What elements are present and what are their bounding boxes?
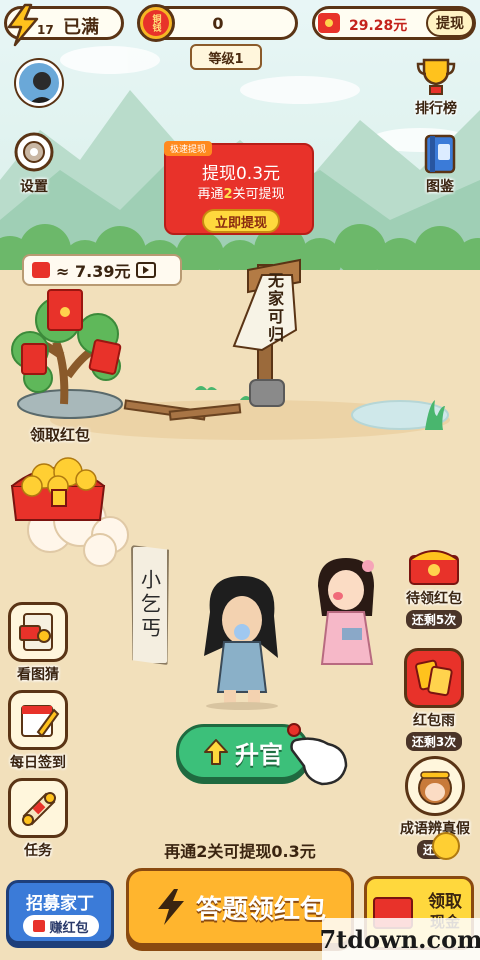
settings-button[interactable]: 设置 [12, 130, 56, 196]
leaderboard-label: 排行榜 [415, 101, 457, 117]
red-envelope-rain-button[interactable]: 红包雨 还剩3次 [404, 648, 464, 751]
banner-title: 提现0.3元 [201, 164, 281, 184]
withdraw-banner[interactable]: 极速提现 提现0.3元 再通2关可提现 立即提现 [164, 141, 314, 235]
pending-red-envelope-label: 待领红包 [406, 591, 462, 607]
recruit-title: 招募家丁 [26, 894, 94, 914]
energy-status: 已满 [63, 17, 99, 38]
pending-red-envelope-button[interactable]: 待领红包 还剩5次 [404, 546, 464, 629]
idiom-quiz-label: 成语辨真假 [400, 821, 470, 837]
banner-tag: 极速提现 [164, 141, 213, 156]
book-icon [420, 134, 460, 174]
daily-checkin-label: 每日签到 [10, 755, 66, 771]
level-badge: 等级1 [190, 44, 262, 70]
scroll-icon [8, 778, 68, 838]
lady-character[interactable] [310, 556, 384, 672]
picture-guess-button[interactable]: 看图猜 [8, 602, 68, 684]
red-envelope-rain-remaining: 还剩3次 [405, 732, 463, 751]
trophy-icon [414, 56, 458, 96]
gallery-label: 图鉴 [426, 179, 454, 195]
withdraw-button[interactable]: 提现 [426, 9, 474, 37]
avatar[interactable] [16, 60, 62, 106]
coin-pill: 铜钱 0 [137, 4, 298, 42]
gallery-button[interactable]: 图鉴 [420, 134, 460, 196]
energy-count: 17 [37, 23, 54, 37]
recruit-sub-pill: 赚红包 [23, 915, 99, 937]
up-arrow-icon [203, 738, 229, 766]
picture-guess-icon [8, 602, 68, 662]
character-title: 小乞丐 [137, 569, 162, 641]
red-envelope-icon [318, 13, 340, 33]
tree-estimate: ≈ 7.39元 [56, 262, 131, 281]
treasure-chest[interactable] [4, 446, 114, 526]
energy-pill[interactable]: 17 已满 [4, 3, 124, 47]
daily-checkin-button[interactable]: 每日签到 [8, 690, 68, 772]
tree-estimate-bubble: ≈ 7.39元 [22, 254, 182, 286]
cash-balance: 29.28元 [349, 18, 408, 34]
character-title-plaque: 小乞丐 [131, 545, 169, 665]
red-envelope-box-icon [404, 546, 464, 586]
monkey-king-icon [405, 756, 465, 816]
red-envelope-rain-label: 红包雨 [413, 713, 455, 729]
picture-guess-label: 看图猜 [17, 667, 59, 683]
copper-coin-icon: 铜钱 [137, 4, 175, 42]
claim-title: 领取 [428, 892, 462, 912]
settings-label: 设置 [20, 179, 48, 195]
pending-red-envelope-remaining: 还剩5次 [405, 610, 463, 629]
beggar-character[interactable] [196, 572, 286, 712]
recruit-button[interactable]: 招募家丁 赚红包 [6, 880, 114, 944]
red-envelope-icon [32, 262, 50, 278]
progress-hint: 再通2关可提现0.3元 [164, 842, 316, 861]
watermark: 7tdown.com [319, 918, 480, 960]
money-tree[interactable] [8, 286, 138, 426]
signpost-text: 无家可归 [267, 271, 284, 344]
promote-label: 升官 [235, 740, 283, 769]
leaderboard-button[interactable]: 排行榜 [414, 56, 458, 118]
game-scene: 17 已满 铜钱 0 等级1 29.28元 提现 设置 排行榜 图鉴 极速提现 … [0, 0, 480, 960]
calendar-pen-icon [8, 690, 68, 750]
red-envelope-icon [33, 920, 46, 932]
lightning-icon [154, 887, 188, 927]
withdraw-now-button[interactable]: 立即提现 [202, 209, 280, 233]
banner-subtitle: 再通2关可提现 [197, 187, 285, 202]
tree-label: 领取红包 [30, 426, 91, 444]
recruit-sub: 赚红包 [49, 920, 89, 936]
gear-icon [12, 130, 56, 174]
pointing-hand-icon [287, 723, 348, 786]
answer-quiz-label: 答题领红包 [195, 894, 326, 925]
video-icon [136, 262, 157, 278]
coin-count: 0 [212, 13, 224, 33]
red-envelope-rain-icon [404, 648, 464, 708]
